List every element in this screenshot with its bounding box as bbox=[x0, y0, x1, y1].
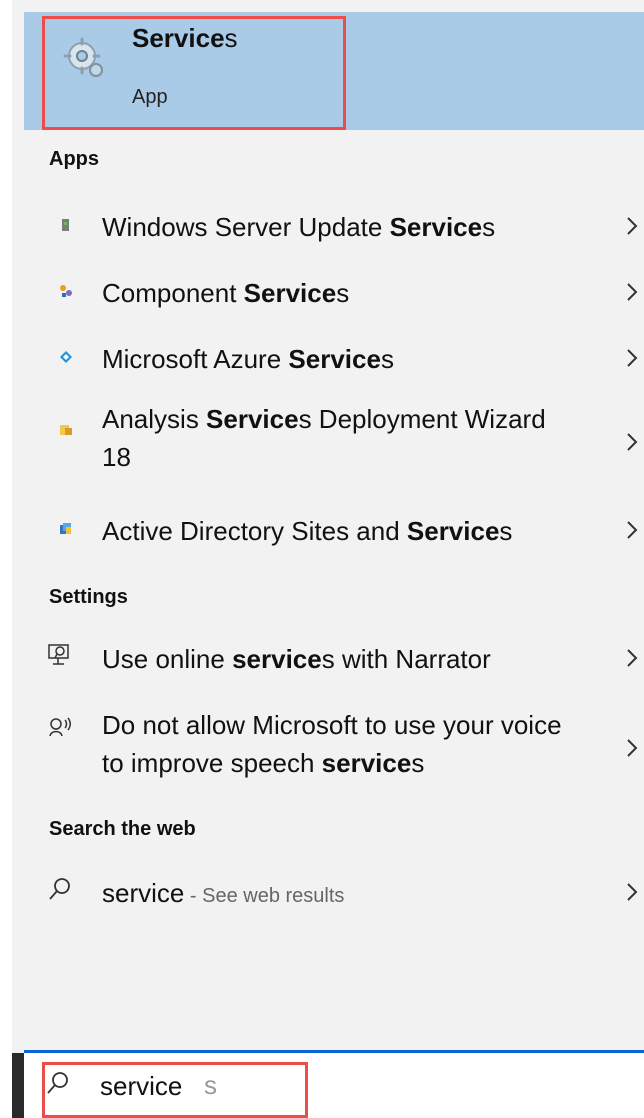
label-before: Active Directory Sites and bbox=[102, 516, 407, 546]
app-result-component-services[interactable]: Component Services bbox=[24, 262, 644, 326]
label-before: Analysis bbox=[102, 404, 207, 434]
chevron-right-icon[interactable] bbox=[626, 642, 638, 674]
best-match-services-app[interactable]: Services App bbox=[24, 12, 644, 130]
label-before: Component bbox=[102, 278, 244, 308]
component-services-icon bbox=[60, 285, 72, 297]
section-title-web: Search the web bbox=[49, 818, 196, 840]
label-bold: Service bbox=[389, 212, 483, 242]
setting-result-label: Do not allow Microsoft to use your voice… bbox=[102, 706, 572, 782]
label-bold: Service bbox=[206, 404, 299, 434]
setting-result-label: Use online services with Narrator bbox=[102, 640, 572, 678]
best-match-title-rest: s bbox=[224, 23, 238, 53]
search-icon bbox=[49, 878, 70, 900]
label-bold: Service bbox=[406, 516, 500, 546]
label-after: s bbox=[380, 344, 394, 374]
app-result-windows-server-update-services[interactable]: Windows Server Update Services bbox=[24, 196, 644, 260]
azure-services-icon bbox=[60, 351, 72, 363]
chevron-right-icon[interactable] bbox=[626, 732, 638, 764]
app-result-label: Component Services bbox=[102, 274, 572, 312]
web-suffix: - See web results bbox=[184, 885, 345, 907]
label-bold: Service bbox=[243, 278, 337, 308]
app-result-analysis-services-deployment-wizard[interactable]: Analysis Services Deployment Wizard 18 bbox=[24, 398, 644, 488]
section-title-settings: Settings bbox=[49, 586, 128, 608]
setting-result-narrator-online-services[interactable]: Use online services with Narrator bbox=[24, 628, 644, 692]
search-autocomplete-ghost: s bbox=[204, 1070, 217, 1100]
label-after: s bbox=[482, 212, 496, 242]
label-bold: service bbox=[232, 644, 322, 674]
search-icon bbox=[47, 1072, 68, 1094]
analysis-services-deployment-icon bbox=[60, 425, 72, 435]
windows-server-update-services-icon bbox=[62, 219, 69, 231]
label-after: s with Narrator bbox=[321, 644, 491, 674]
chevron-right-icon[interactable] bbox=[626, 342, 638, 374]
web-result-label: service - See web results bbox=[102, 874, 572, 915]
label-after: s bbox=[336, 278, 350, 308]
app-result-label: Analysis Services Deployment Wizard 18 bbox=[102, 400, 572, 476]
app-result-label: Microsoft Azure Services bbox=[102, 340, 572, 378]
search-results-panel: Services App Apps Windows Server Update … bbox=[0, 0, 644, 1118]
taskbar-edge bbox=[12, 1053, 24, 1118]
app-result-active-directory-sites-and-services[interactable]: Active Directory Sites and Services bbox=[24, 500, 644, 564]
app-result-label: Windows Server Update Services bbox=[102, 208, 572, 246]
label-before: Microsoft Azure bbox=[102, 344, 289, 374]
label-before: Use online bbox=[102, 644, 233, 674]
chevron-right-icon[interactable] bbox=[626, 276, 638, 308]
narrator-online-services-icon bbox=[48, 644, 69, 665]
app-result-microsoft-azure-services[interactable]: Microsoft Azure Services bbox=[24, 328, 644, 392]
app-result-label: Active Directory Sites and Services bbox=[102, 512, 572, 550]
search-input[interactable] bbox=[100, 1071, 360, 1102]
search-bar[interactable]: s bbox=[24, 1053, 644, 1118]
label-after: s bbox=[411, 748, 425, 778]
services-gear-icon bbox=[63, 37, 103, 77]
label-bold: service bbox=[321, 748, 412, 778]
best-match-title-bold: Service bbox=[132, 23, 225, 53]
active-directory-sites-services-icon bbox=[60, 523, 71, 534]
speech-voice-icon bbox=[49, 717, 71, 737]
chevron-right-icon[interactable] bbox=[626, 426, 638, 458]
chevron-right-icon[interactable] bbox=[626, 210, 638, 242]
label-after: s bbox=[499, 516, 513, 546]
chevron-right-icon[interactable] bbox=[626, 514, 638, 546]
web-query: service bbox=[102, 878, 185, 908]
setting-result-speech-services[interactable]: Do not allow Microsoft to use your voice… bbox=[24, 704, 644, 794]
best-match-type: App bbox=[132, 86, 168, 108]
label-bold: Service bbox=[288, 344, 381, 374]
chevron-right-icon[interactable] bbox=[626, 876, 638, 908]
section-title-apps: Apps bbox=[49, 148, 99, 170]
label-before: Windows Server Update bbox=[102, 212, 390, 242]
best-match-title: Services bbox=[132, 23, 238, 54]
web-result-service[interactable]: service - See web results bbox=[24, 862, 644, 926]
